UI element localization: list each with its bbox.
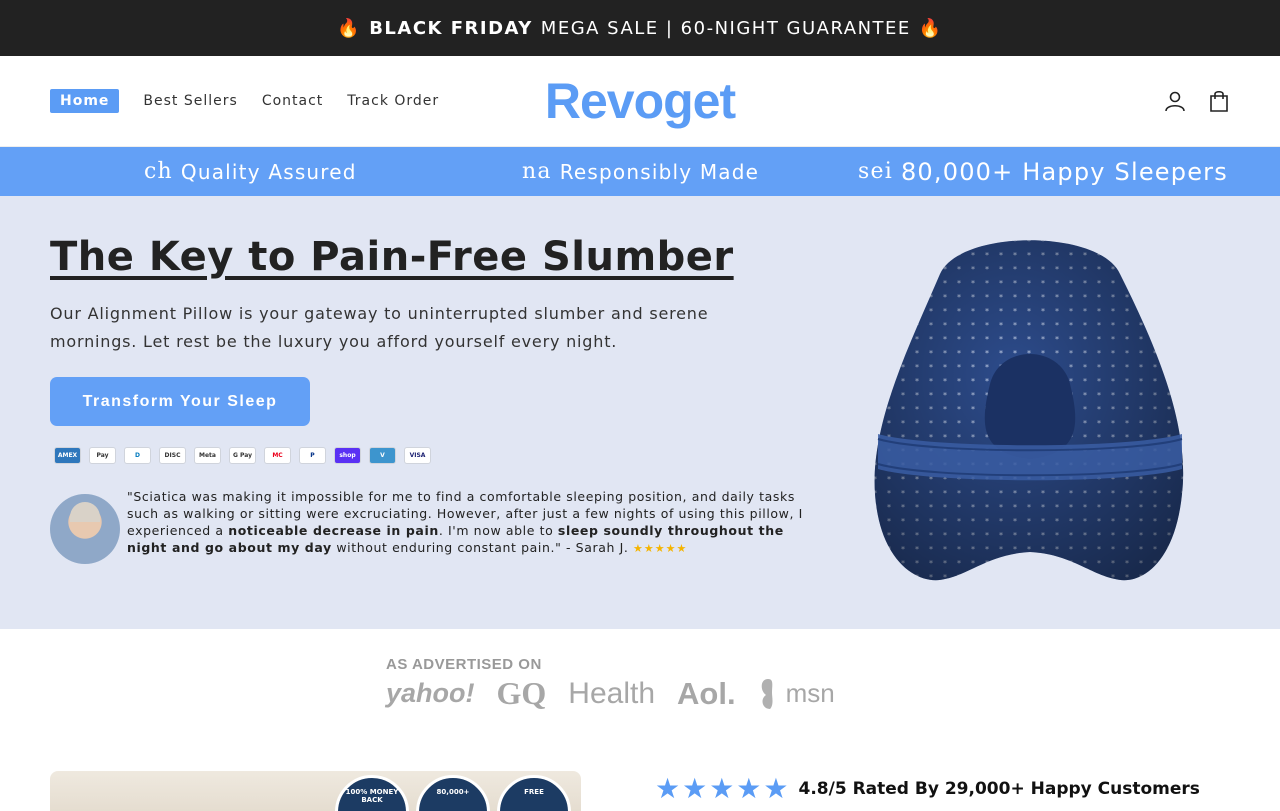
hero-description: Our Alignment Pillow is your gateway to … — [50, 304, 709, 351]
google-pay-icon: G Pay — [229, 447, 256, 464]
apple-pay-icon: Pay — [89, 447, 116, 464]
feature-label: Responsibly Made — [559, 159, 760, 184]
nav-best-sellers[interactable]: Best Sellers — [143, 93, 237, 109]
product-lifestyle-image: 100% MONEY BACK 80,000+ FREE — [50, 771, 581, 811]
shop-pay-icon: shop — [334, 447, 361, 464]
nav-contact[interactable]: Contact — [262, 93, 323, 109]
site-logo[interactable]: Revoget — [545, 72, 736, 130]
review-stars: ★★★★★ — [633, 542, 688, 555]
main-nav: Home Best Sellers Contact Track Order — [50, 89, 463, 113]
payment-methods: AMEX Pay D DISC Meta G Pay MC P shop V V… — [54, 447, 431, 464]
free-shipping-badge: FREE — [497, 775, 571, 811]
nav-home[interactable]: Home — [50, 89, 120, 113]
customers-badge: 80,000+ — [416, 775, 490, 811]
rating-stars: ★★★★★ — [655, 772, 791, 805]
feature-responsible: na Responsibly Made — [522, 159, 759, 184]
account-icon[interactable] — [1164, 90, 1186, 112]
feature-quality: ch Quality Assured — [144, 159, 357, 184]
press-logos: yahoo! GQ Health Aol. msn — [386, 675, 906, 712]
testimonial-quote: "Sciatica was making it impossible for m… — [127, 489, 803, 555]
feature-strip: ch Quality Assured na Responsibly Made s… — [0, 147, 1280, 196]
visa-icon: VISA — [404, 447, 431, 464]
testimonial: "Sciatica was making it impossible for m… — [50, 488, 820, 564]
as-advertised-on: AS ADVERTISED ON yahoo! GQ Health Aol. m… — [386, 656, 906, 716]
discover-icon: DISC — [159, 447, 186, 464]
feature-sleepers: sei 80,000+ Happy Sleepers — [858, 158, 1228, 186]
sleepers-icon: sei — [858, 159, 893, 184]
quality-icon: ch — [144, 159, 173, 184]
hero-title: The Key to Pain-Free Slumber — [50, 234, 734, 280]
announcement-bold: BLACK FRIDAY — [369, 17, 533, 39]
nav-track-order[interactable]: Track Order — [347, 93, 439, 109]
meta-pay-icon: Meta — [194, 447, 221, 464]
gq-logo: GQ — [496, 675, 547, 711]
butterfly-icon — [761, 678, 773, 709]
feature-label: 80,000+ Happy Sleepers — [900, 157, 1228, 186]
venmo-icon: V — [369, 447, 396, 464]
hero-section: The Key to Pain-Free Slumber Our Alignme… — [0, 196, 1280, 629]
amex-icon: AMEX — [54, 447, 81, 464]
paypal-icon: P — [299, 447, 326, 464]
cart-icon[interactable] — [1208, 90, 1230, 112]
transform-sleep-button[interactable]: Transform Your Sleep — [50, 377, 310, 426]
announcement-bar: 🔥 BLACK FRIDAY MEGA SALE | 60-NIGHT GUAR… — [0, 0, 1280, 56]
money-back-badge: 100% MONEY BACK — [335, 775, 409, 811]
rating-summary: ★★★★★ 4.8/5 Rated By 29,000+ Happy Custo… — [655, 772, 1200, 805]
pillow-image: * — [874, 240, 1184, 581]
rating-text: 4.8/5 Rated By 29,000+ Happy Customers — [798, 778, 1200, 799]
feature-label: Quality Assured — [180, 159, 357, 184]
diners-icon: D — [124, 447, 151, 464]
yahoo-logo: yahoo! — [386, 678, 475, 708]
flame-icon: 🔥 — [337, 17, 362, 39]
aol-logo: Aol. — [677, 675, 736, 711]
announcement-text: MEGA SALE | 60-NIGHT GUARANTEE — [540, 17, 911, 39]
site-header: Home Best Sellers Contact Track Order Re… — [0, 56, 1280, 147]
mastercard-icon: MC — [264, 447, 291, 464]
reviewer-avatar — [50, 494, 120, 564]
advertised-title: AS ADVERTISED ON — [386, 656, 542, 673]
msn-logo: msn — [758, 677, 835, 711]
flame-icon: 🔥 — [918, 17, 943, 39]
health-logo: Health — [568, 676, 656, 710]
nature-icon: na — [522, 159, 552, 184]
